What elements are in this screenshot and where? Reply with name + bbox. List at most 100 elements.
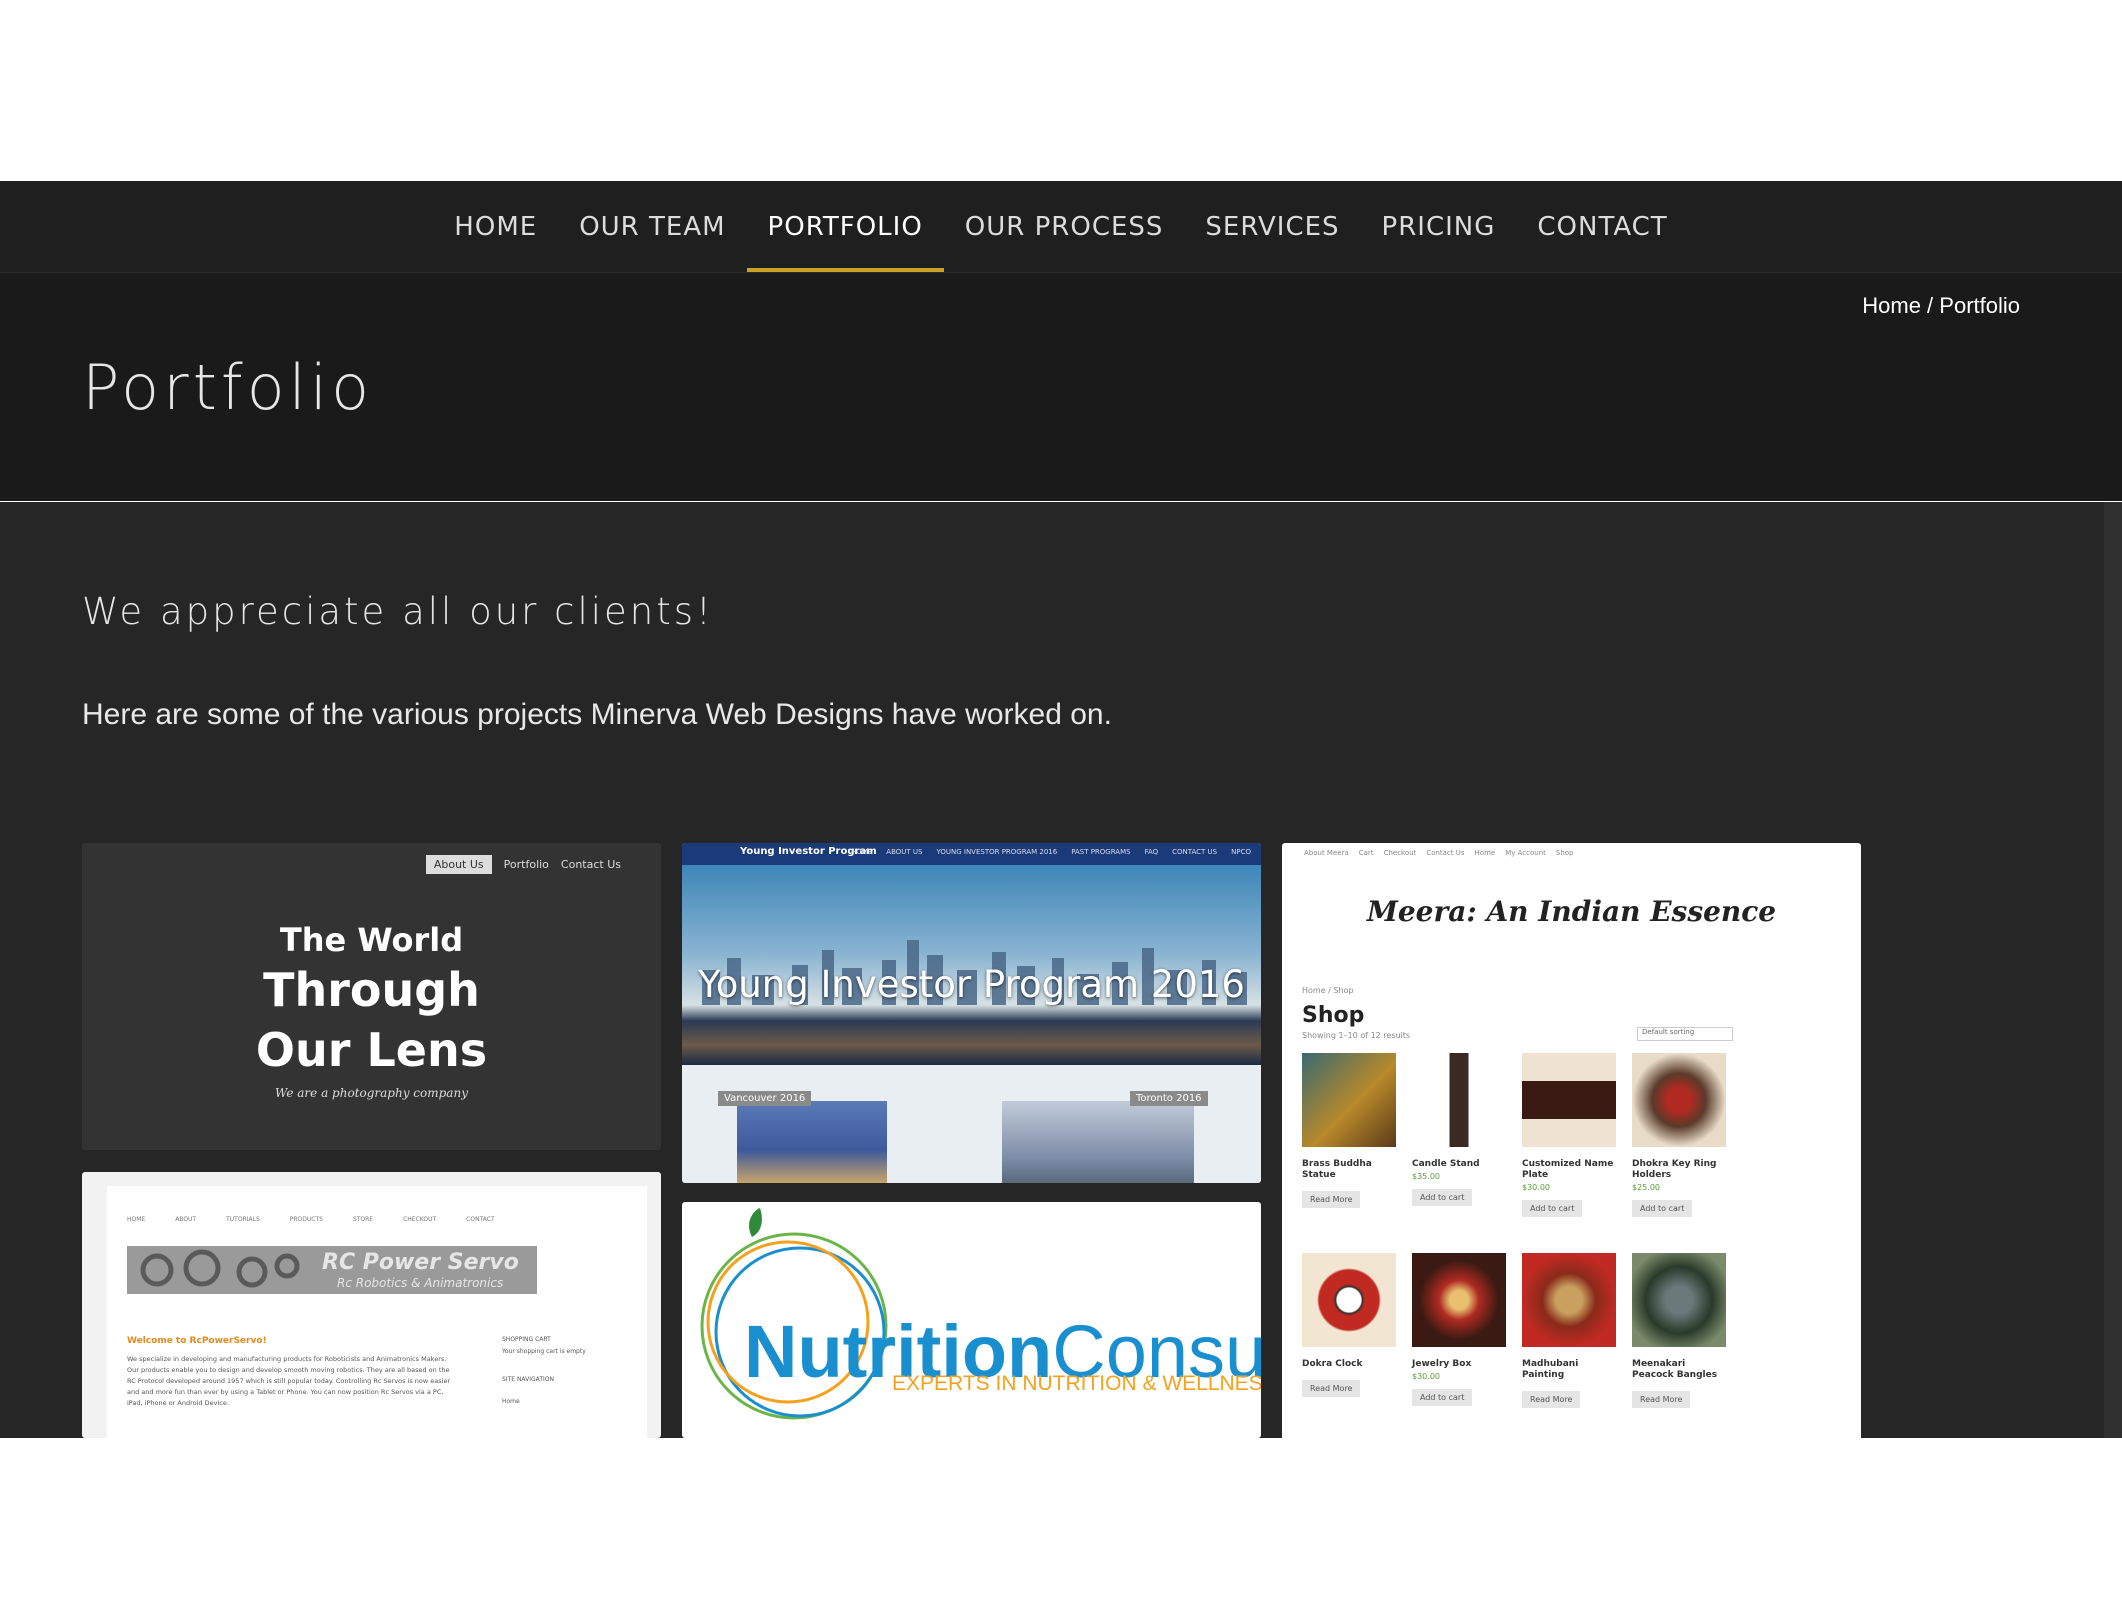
tile-heading: Shop bbox=[1302, 1003, 1365, 1028]
tile-nav-link: CHECKOUT bbox=[403, 1216, 437, 1223]
tile-nav-link: ABOUT bbox=[175, 1216, 197, 1223]
sidebar-text: Your shopping cart is empty bbox=[502, 1348, 586, 1355]
breadcrumb-home-link[interactable]: Home bbox=[1862, 293, 1921, 318]
portfolio-item-rc-power-servo[interactable]: HOME ABOUT TUTORIALS PRODUCTS STORE CHEC… bbox=[82, 1172, 661, 1438]
tile-nav-link: HOME bbox=[127, 1216, 146, 1223]
nav-item-our-team[interactable]: OUR TEAM bbox=[558, 181, 746, 272]
tile-tagline: EXPERTS IN NUTRITION & WELLNESS bbox=[892, 1372, 1261, 1395]
vancouver-image bbox=[737, 1101, 887, 1183]
page-scrollbar[interactable] bbox=[2104, 502, 2122, 1438]
product-image bbox=[1632, 1253, 1726, 1347]
portfolio-item-meera[interactable]: About Meera Cart Checkout Contact Us Hom… bbox=[1282, 843, 1861, 1443]
tile-nav-link: Cart bbox=[1358, 849, 1374, 857]
tile-nav-link: Shop bbox=[1555, 849, 1574, 857]
product-image bbox=[1522, 1053, 1616, 1147]
breadcrumb-current: Portfolio bbox=[1939, 293, 2020, 318]
product-card: Madhubani Painting Read More bbox=[1522, 1253, 1616, 1408]
nav-item-services[interactable]: SERVICES bbox=[1184, 181, 1360, 272]
tile-brand: Meera: An Indian Essence bbox=[1366, 895, 1777, 928]
tile-mini-nav: About Us Portfolio Contact Us bbox=[425, 855, 621, 874]
product-card: Meenakari Peacock Bangles Read More bbox=[1632, 1253, 1726, 1408]
product-image bbox=[1412, 1253, 1506, 1347]
breadcrumb-separator: / bbox=[1920, 293, 1940, 318]
product-button: Read More bbox=[1632, 1391, 1691, 1408]
nav-item-contact[interactable]: CONTACT bbox=[1516, 181, 1688, 272]
product-card: Candle Stand $35.00 Add to cart bbox=[1412, 1053, 1506, 1206]
product-name: Madhubani Painting bbox=[1522, 1359, 1579, 1380]
tile-welcome: Welcome to RcPowerServo! bbox=[127, 1336, 267, 1346]
product-card: Customized Name Plate $30.00 Add to cart bbox=[1522, 1053, 1616, 1217]
gears-icon bbox=[140, 1249, 300, 1288]
result-count: Showing 1–10 of 12 results bbox=[1302, 1031, 1411, 1040]
nav-item-home[interactable]: HOME bbox=[433, 181, 558, 272]
tile-sidebar: SHOPPING CART Your shopping cart is empt… bbox=[502, 1334, 586, 1408]
product-button: Read More bbox=[1302, 1380, 1361, 1397]
nav-item-portfolio[interactable]: PORTFOLIO bbox=[746, 181, 945, 272]
tile-subheading: Rc Robotics & Animatronics bbox=[337, 1276, 504, 1290]
product-button: Add to cart bbox=[1522, 1200, 1583, 1217]
product-price: $30.00 bbox=[1522, 1183, 1550, 1192]
tile-nav-link: TUTORIALS bbox=[226, 1216, 260, 1223]
tile-mini-nav: HOME ABOUT US YOUNG INVESTOR PROGRAM 201… bbox=[851, 848, 1251, 856]
tile-nav-link: FAQ bbox=[1144, 848, 1159, 856]
main-nav: HOME OUR TEAM PORTFOLIO OUR PROCESS SERV… bbox=[0, 181, 2122, 273]
tile-breadcrumb: Home / Shop bbox=[1302, 986, 1354, 995]
nav-item-pricing[interactable]: PRICING bbox=[1361, 181, 1517, 272]
sidebar-link: Home bbox=[502, 1398, 520, 1405]
tile-banner: RC Power Servo Rc Robotics & Animatronic… bbox=[127, 1246, 537, 1294]
tile-heading-line: Our Lens bbox=[255, 1023, 488, 1077]
intro-text: Here are some of the various projects Mi… bbox=[82, 698, 1112, 731]
tile-heading-line: Through bbox=[263, 963, 480, 1017]
product-button: Add to cart bbox=[1632, 1200, 1693, 1217]
product-price: $30.00 bbox=[1412, 1372, 1440, 1381]
product-button: Read More bbox=[1302, 1191, 1361, 1208]
portfolio-item-nutrition-consult[interactable]: NutritionConsult EXPERTS IN NUTRITION & … bbox=[682, 1202, 1261, 1438]
page-header: Home / Portfolio Portfolio bbox=[0, 273, 2122, 501]
tile-nav-link: PRODUCTS bbox=[289, 1216, 323, 1223]
tile-heading-line: The World bbox=[279, 921, 464, 959]
sidebar-heading: SHOPPING CART bbox=[502, 1336, 551, 1343]
tile-mini-nav: HOME ABOUT TUTORIALS PRODUCTS STORE CHEC… bbox=[127, 1216, 495, 1223]
product-name: Customized Name Plate bbox=[1522, 1159, 1614, 1180]
product-button: Read More bbox=[1522, 1391, 1581, 1408]
product-card: Jewelry Box $30.00 Add to cart bbox=[1412, 1253, 1506, 1406]
tile-heading: RC Power Servo bbox=[322, 1250, 519, 1275]
product-name: Dhokra Key Ring Holders bbox=[1632, 1159, 1717, 1180]
product-button: Add to cart bbox=[1412, 1389, 1473, 1406]
page-title: Portfolio bbox=[82, 351, 374, 424]
tile-nav-link: Checkout bbox=[1383, 849, 1417, 857]
portfolio-item-young-investor[interactable]: Young Investor Program HOME ABOUT US YOU… bbox=[682, 843, 1261, 1183]
product-image bbox=[1632, 1053, 1726, 1147]
portfolio-item-photography[interactable]: About Us Portfolio Contact Us The World … bbox=[82, 843, 661, 1150]
product-name: Jewelry Box bbox=[1412, 1359, 1472, 1369]
product-card: Dhokra Key Ring Holders $25.00 Add to ca… bbox=[1632, 1053, 1726, 1217]
tile-nav-link: STORE bbox=[352, 1216, 374, 1223]
section-subtitle: We appreciate all our clients! bbox=[82, 590, 714, 633]
tile-nav-link: Portfolio bbox=[503, 858, 549, 871]
product-name: Meenakari Peacock Bangles bbox=[1632, 1359, 1718, 1380]
tile-nav-link: PAST PROGRAMS bbox=[1071, 848, 1131, 856]
product-image bbox=[1302, 1253, 1396, 1347]
tile-heading: Young Investor Program 2016 bbox=[698, 963, 1245, 1006]
product-image bbox=[1302, 1053, 1396, 1147]
product-card: Dokra Clock Read More bbox=[1302, 1253, 1396, 1397]
product-image bbox=[1522, 1253, 1616, 1347]
tile-tagline: We are a photography company bbox=[275, 1086, 468, 1100]
tile-page-preview: HOME ABOUT TUTORIALS PRODUCTS STORE CHEC… bbox=[107, 1186, 647, 1438]
image-caption: Toronto 2016 bbox=[1130, 1091, 1208, 1106]
product-name: Brass Buddha Statue bbox=[1302, 1159, 1372, 1180]
tile-nav-link: CONTACT bbox=[466, 1216, 495, 1223]
tile-mini-nav: About Meera Cart Checkout Contact Us Hom… bbox=[1304, 849, 1574, 857]
tile-nav-link: YOUNG INVESTOR PROGRAM 2016 bbox=[936, 848, 1058, 856]
product-button: Add to cart bbox=[1412, 1189, 1473, 1206]
tile-nav-link: CONTACT US bbox=[1172, 848, 1218, 856]
product-image bbox=[1412, 1053, 1506, 1147]
product-price: $25.00 bbox=[1632, 1183, 1660, 1192]
product-name: Candle Stand bbox=[1412, 1159, 1480, 1169]
product-name: Dokra Clock bbox=[1302, 1359, 1363, 1369]
tile-nav-link: About Us bbox=[425, 855, 492, 874]
sidebar-heading: SITE NAVIGATION bbox=[502, 1376, 554, 1383]
nav-item-our-process[interactable]: OUR PROCESS bbox=[944, 181, 1185, 272]
tile-nav-link: Contact Us bbox=[560, 858, 621, 871]
image-caption: Vancouver 2016 bbox=[718, 1091, 812, 1106]
